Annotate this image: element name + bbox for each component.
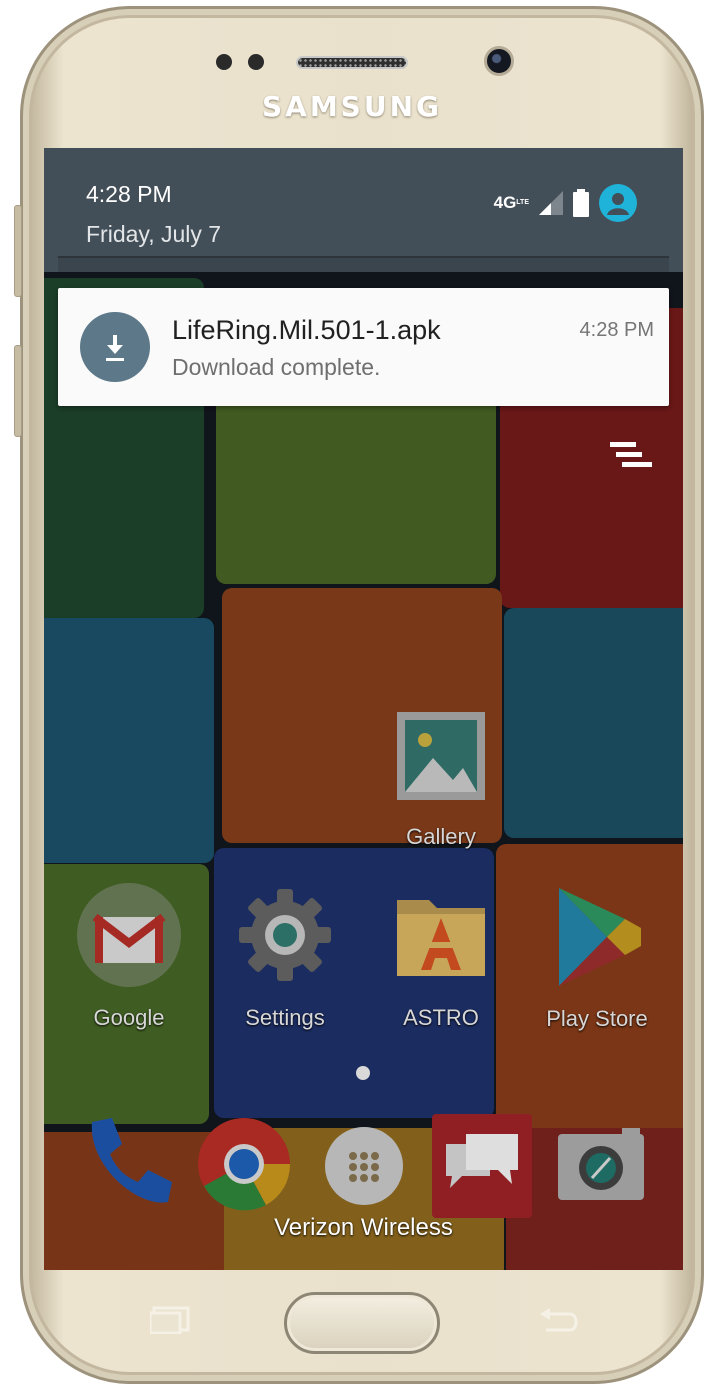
notification-title: LifeRing.Mil.501-1.apk bbox=[172, 315, 441, 345]
app-label: Play Store bbox=[546, 1006, 648, 1031]
notification-shade-header[interactable]: 4:28 PM Friday, July 7 4GLTE bbox=[44, 148, 683, 272]
battery-icon bbox=[573, 189, 589, 217]
play-store-icon bbox=[559, 888, 641, 986]
screen: 4:28 PM Friday, July 7 4GLTE LifeRing.Mi… bbox=[44, 148, 683, 1270]
carrier-label: Verizon Wireless bbox=[274, 1214, 453, 1241]
app-label: ASTRO bbox=[403, 1005, 479, 1030]
app-drawer-icon[interactable] bbox=[324, 1126, 404, 1206]
volume-down-button[interactable] bbox=[14, 345, 22, 437]
clock: 4:28 PM bbox=[86, 181, 172, 207]
app-play-store[interactable]: Play Store bbox=[537, 888, 657, 1031]
notification-time: 4:28 PM bbox=[579, 319, 654, 341]
app-label: Gallery bbox=[406, 824, 476, 849]
sensor-dot bbox=[248, 54, 264, 70]
front-camera bbox=[484, 46, 514, 76]
earpiece-speaker bbox=[296, 56, 408, 69]
app-settings[interactable]: Settings bbox=[225, 885, 345, 1030]
status-icons: 4GLTE bbox=[494, 184, 637, 222]
back-key-icon[interactable] bbox=[538, 1306, 580, 1334]
app-gallery[interactable]: Gallery bbox=[381, 708, 501, 849]
network-type-icon: 4GLTE bbox=[493, 193, 529, 212]
download-icon bbox=[80, 312, 150, 382]
user-avatar-icon[interactable] bbox=[599, 184, 637, 222]
messages-icon[interactable] bbox=[432, 1114, 532, 1218]
home-button[interactable] bbox=[284, 1292, 440, 1354]
date: Friday, July 7 bbox=[86, 221, 222, 247]
sensor-dot bbox=[216, 54, 232, 70]
recents-key-icon[interactable] bbox=[150, 1306, 192, 1334]
volume-up-button[interactable] bbox=[14, 205, 22, 297]
app-google[interactable]: Google bbox=[69, 883, 189, 1030]
app-label: Settings bbox=[245, 1005, 325, 1030]
notification-text: Download complete. bbox=[172, 354, 381, 380]
astro-folder-icon bbox=[397, 900, 485, 976]
gmail-icon bbox=[77, 883, 181, 987]
shade-divider bbox=[58, 256, 669, 272]
brand-logo: SAMSUNG bbox=[261, 90, 443, 123]
app-label: Google bbox=[93, 1005, 165, 1030]
gallery-icon bbox=[397, 712, 485, 800]
camera-icon[interactable] bbox=[556, 1128, 646, 1202]
signal-icon bbox=[539, 191, 563, 215]
settings-gear-icon bbox=[239, 889, 331, 981]
chrome-icon[interactable] bbox=[196, 1116, 292, 1212]
page-indicator bbox=[356, 1066, 370, 1080]
clear-all-icon[interactable] bbox=[610, 438, 654, 474]
phone-icon[interactable] bbox=[78, 1116, 174, 1212]
download-notification[interactable]: LifeRing.Mil.501-1.apk Download complete… bbox=[58, 288, 669, 406]
app-astro[interactable]: ASTRO bbox=[381, 890, 501, 1030]
